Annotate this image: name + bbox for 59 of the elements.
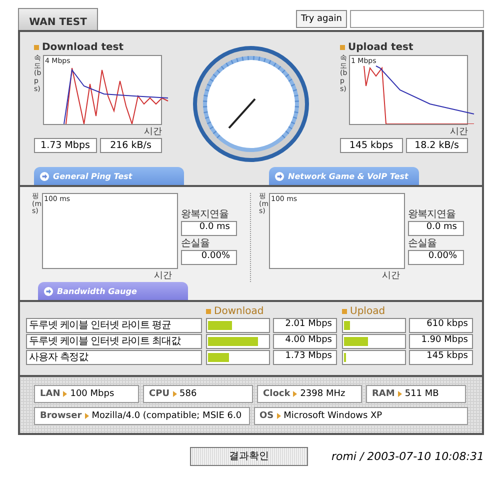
info-label: CPU bbox=[149, 389, 170, 399]
info-value: Microsoft Windows XP bbox=[284, 411, 382, 421]
triangle-icon bbox=[63, 391, 68, 397]
speed-value: 1.90 Mbps bbox=[409, 334, 473, 349]
axis-label: 시간 bbox=[382, 270, 400, 282]
triangle-icon bbox=[398, 391, 402, 397]
latency-label: 왕복지연율 bbox=[181, 208, 230, 221]
info-value: 511 MB bbox=[404, 389, 439, 399]
info-value: 100 Mbps bbox=[70, 389, 114, 399]
loss-value: 0.00% bbox=[181, 250, 237, 265]
latency-label: 왕복지연율 bbox=[408, 208, 456, 221]
axis-label: 시간 bbox=[154, 270, 172, 282]
arrow-icon bbox=[40, 172, 49, 180]
plan-name: 사용자 측정값 bbox=[26, 350, 202, 365]
info-value: Mozilla/4.0 (compatible; MSIE 6.0 bbox=[92, 411, 242, 421]
info-label: LAN bbox=[40, 389, 60, 399]
loss-label: 손실율 bbox=[408, 237, 438, 250]
speed-value: 4.00 Mbps bbox=[273, 334, 337, 349]
plan-name: 두루넷 케이블 인터넷 라이트 최대값 bbox=[26, 334, 202, 349]
arrow-icon bbox=[275, 172, 284, 180]
rate-value: 145 kbps bbox=[340, 138, 402, 153]
triangle-icon bbox=[293, 391, 298, 397]
latency-value: 0.0 ms bbox=[181, 221, 237, 236]
triangle-icon bbox=[172, 391, 177, 397]
bullet-icon bbox=[340, 45, 345, 50]
rate-value: 1.73 Mbps bbox=[34, 138, 96, 153]
triangle-icon bbox=[84, 413, 89, 419]
bullet-icon bbox=[206, 309, 211, 314]
input-field[interactable] bbox=[350, 10, 484, 28]
try-again-button[interactable]: Try again bbox=[296, 10, 347, 28]
speed-value: 145 kbps bbox=[409, 350, 473, 365]
axis-label: 시간 bbox=[450, 126, 468, 138]
column-header: Upload bbox=[350, 306, 386, 317]
info-value: 586 bbox=[180, 389, 197, 399]
speed-value: 1.73 Mbps bbox=[273, 350, 337, 365]
loss-label: 손실율 bbox=[181, 237, 210, 250]
plan-name: 두루넷 케이블 인터넷 라이트 평균 bbox=[26, 318, 202, 333]
column-header: Download bbox=[214, 306, 264, 317]
info-label: Clock bbox=[263, 389, 290, 399]
bullet-icon bbox=[34, 45, 39, 50]
speed-value: 2.01 Mbps bbox=[273, 318, 337, 333]
throughput-value: 216 kB/s bbox=[100, 138, 162, 153]
loss-value: 0.00% bbox=[408, 250, 464, 265]
result-button[interactable]: 결과확인 bbox=[190, 446, 308, 466]
triangle-icon bbox=[276, 413, 281, 419]
chart-title: Upload test bbox=[348, 42, 414, 53]
throughput-value: 18.2 kB/s bbox=[406, 138, 468, 153]
latency-value: 0.0 ms bbox=[408, 221, 464, 236]
signature-text: romi / 2003-07-10 10:08:31 bbox=[331, 450, 484, 462]
arrow-icon bbox=[44, 286, 53, 296]
wan-test-tab[interactable]: WAN TEST bbox=[18, 8, 98, 30]
axis-label: 시간 bbox=[144, 126, 162, 138]
chart-title: Download test bbox=[42, 42, 124, 53]
info-label: OS bbox=[260, 411, 274, 421]
info-label: RAM bbox=[372, 389, 395, 399]
info-label: Browser bbox=[40, 411, 82, 421]
speed-value: 610 kbps bbox=[409, 318, 473, 333]
info-value: 2398 MHz bbox=[300, 389, 346, 399]
bullet-icon bbox=[342, 309, 347, 314]
